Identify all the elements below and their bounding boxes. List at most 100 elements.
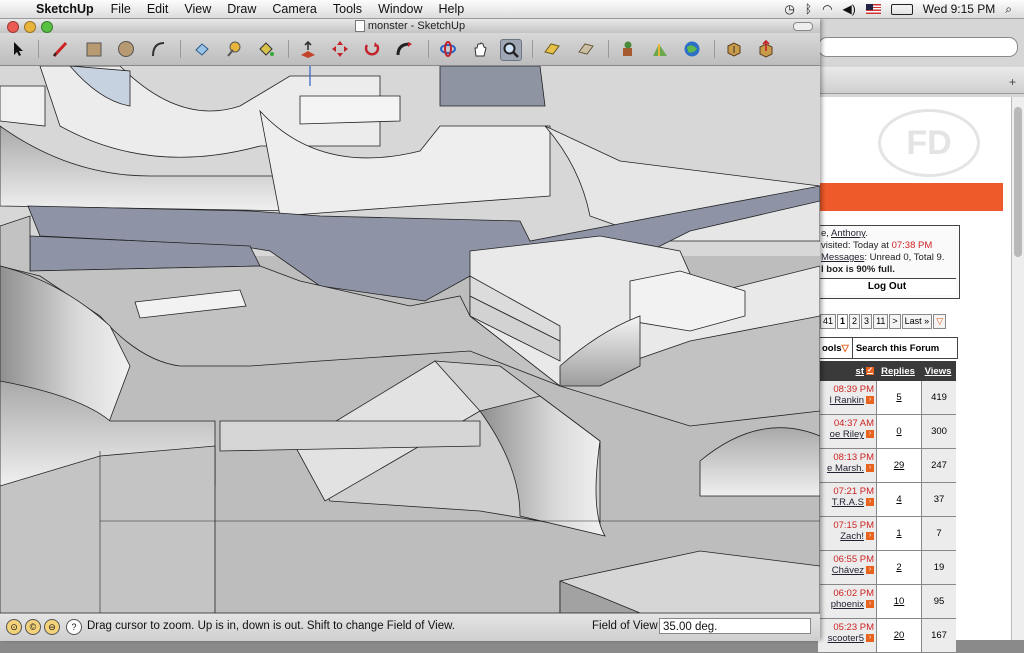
page-link[interactable]: 11 [873,314,889,329]
toggle-terrain-tool-icon[interactable] [650,39,670,59]
go-to-last-post-icon[interactable]: › [866,634,874,643]
menu-draw[interactable]: Draw [219,2,264,16]
bluetooth-icon[interactable]: ᛒ [805,2,812,16]
toolbar-toggle-button[interactable] [793,22,813,31]
replies-count-link[interactable]: 10 [877,585,922,618]
search-forum-menu[interactable]: Search this Forum [851,338,957,358]
eraser-tool-icon[interactable] [192,39,212,59]
share-model-tool-icon[interactable] [756,39,776,59]
measurements-input[interactable]: 35.00 deg. [659,618,811,634]
go-to-last-post-icon[interactable]: › [866,430,874,439]
geo-location-icon[interactable]: ⊙ [6,619,22,635]
logout-button[interactable]: Log Out [818,278,956,295]
address-bar[interactable] [818,37,1018,57]
last-post-user-link[interactable]: scooter5 [828,633,864,644]
section-plane-tool-icon[interactable] [542,39,562,59]
username-link[interactable]: Anthony [831,228,865,239]
replies-count-link[interactable]: 0 [877,415,922,448]
replies-count-link[interactable]: 20 [877,619,922,652]
replies-count-link[interactable]: 4 [877,483,922,516]
last-post-user-link[interactable]: T.R.A.S [832,497,864,508]
credits-icon[interactable]: © [25,619,41,635]
spotlight-icon[interactable]: ⌕ [1005,2,1012,17]
go-to-last-post-icon[interactable]: › [866,498,874,507]
private-messages-link[interactable]: Messages [821,252,864,263]
go-to-last-post-icon[interactable]: › [866,566,874,575]
welcome-text: e, [821,228,832,239]
rectangle-tool-icon[interactable] [84,39,104,59]
paint-bucket-tool-icon[interactable] [256,39,276,59]
menu-clock[interactable]: Wed 9:15 PM [923,2,995,16]
replies-count-link[interactable]: 1 [877,517,922,550]
orbit-tool-icon[interactable] [438,39,458,59]
rotate-tool-icon[interactable] [362,39,382,59]
menu-tools[interactable]: Tools [325,2,370,16]
scrollbar-thumb[interactable] [1014,107,1022,257]
zoom-window-button[interactable] [41,21,53,33]
push-pull-tool-icon[interactable] [298,39,318,59]
menu-edit[interactable]: Edit [139,2,177,16]
page-next[interactable]: > [889,314,901,329]
menu-help[interactable]: Help [431,2,473,16]
select-tool-icon[interactable] [8,39,28,59]
go-to-last-post-icon[interactable]: › [866,600,874,609]
last-post-user-link[interactable]: oe Riley [830,429,864,440]
time-machine-icon[interactable]: ◷ [784,2,794,16]
get-models-tool-icon[interactable] [724,39,744,59]
page-link[interactable]: 41 [820,314,837,329]
last-post-user-link[interactable]: Zach! [840,531,864,542]
go-to-last-post-icon[interactable]: › [866,532,874,541]
google-earth-tool-icon[interactable] [682,39,702,59]
go-to-last-post-icon[interactable]: › [866,396,874,405]
user-icon[interactable]: ⊖ [44,619,60,635]
last-post-user-link[interactable]: l Rankin [830,395,864,406]
volume-icon[interactable]: ◀) [843,2,856,16]
move-tool-icon[interactable] [330,39,350,59]
page-link[interactable]: 2 [849,314,861,329]
tape-measure-tool-icon[interactable] [224,39,244,59]
menu-camera[interactable]: Camera [264,2,324,16]
follow-me-tool-icon[interactable] [394,39,414,59]
arc-tool-icon[interactable] [148,39,168,59]
menu-file[interactable]: File [103,2,139,16]
last-post-user-link[interactable]: e Marsh. [827,463,864,474]
zoom-tool-icon[interactable] [500,39,522,61]
page-scrollbar[interactable] [1011,97,1024,640]
wifi-icon[interactable]: ◠ [822,2,832,16]
go-to-last-post-icon[interactable]: › [866,464,874,473]
circle-tool-icon[interactable] [116,39,136,59]
last-post-user-link[interactable]: Chávez [832,565,864,576]
model-viewport[interactable] [0,66,820,613]
col-replies[interactable]: Replies [876,361,920,381]
forum-tools-menu[interactable]: ools ▽ [819,338,852,358]
battery-icon[interactable] [890,3,913,15]
thread-row: 06:55 PM Chávez › 2 19 [818,551,956,585]
menu-window[interactable]: Window [370,2,430,16]
thread-row: 08:13 PM e Marsh. › 29 247 [818,449,956,483]
new-tab-icon[interactable]: + [1009,75,1016,89]
sort-arrow-icon: ✓ [866,367,874,375]
pan-tool-icon[interactable] [470,39,490,59]
pencil-tool-icon[interactable] [50,39,70,59]
help-icon[interactable]: ? [66,619,82,635]
add-location-tool-icon[interactable] [618,39,638,59]
close-window-button[interactable] [7,21,19,33]
last-post-cell: 05:23 PM scooter5 › [818,619,877,652]
page-link[interactable]: 3 [861,314,873,329]
thread-row: 08:39 PM l Rankin › 5 419 [818,381,956,415]
col-views[interactable]: Views [920,361,956,381]
input-source-flag-icon[interactable] [865,4,881,14]
replies-count-link[interactable]: 29 [877,449,922,482]
section-cut-tool-icon[interactable] [576,39,596,59]
col-last-post[interactable]: st ✓ [818,361,876,381]
page-dropdown-icon[interactable]: ▽ [933,314,947,329]
minimize-window-button[interactable] [24,21,36,33]
page-last[interactable]: Last » [901,314,933,329]
menu-view[interactable]: View [176,2,219,16]
last-post-user-link[interactable]: phoenix [831,599,864,610]
last-post-time: 05:23 PM [833,622,874,633]
app-menu[interactable]: SketchUp [28,2,103,16]
replies-count-link[interactable]: 5 [877,381,922,414]
replies-count-link[interactable]: 2 [877,551,922,584]
window-titlebar[interactable]: monster - SketchUp [0,19,820,33]
